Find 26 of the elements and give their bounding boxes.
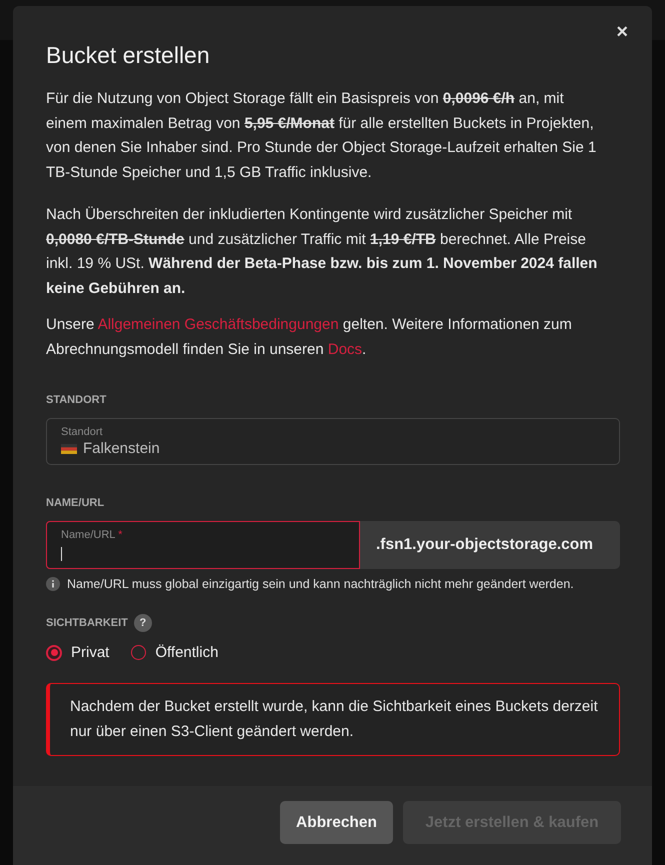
- close-button[interactable]: ×: [612, 22, 632, 42]
- paragraph: Nach Überschreiten der inkludierten Kontingente wird zusätzlicher Speicher mit 0,0080 €/TB-Stunde und zusätzlicher Traffic mit 1,19 €/TB berechnet. Alle Preise inkl. 19 % USt. Während der Beta-Phase bzw. bis zum 1. November 2024 fallen keine Gebühren an.: [46, 205, 598, 298]
- section-label: NAME/URL: [46, 497, 106, 509]
- radio-option[interactable]: Privat: [46, 644, 110, 661]
- location-select[interactable]: Standort Falkenstein: [46, 418, 620, 465]
- location-value: Falkenstein: [83, 440, 160, 457]
- dialog-title: Bucket erstellen: [46, 42, 210, 69]
- radio-button[interactable]: [46, 644, 62, 660]
- paragraph: Unsere Allgemeinen Geschäftsbedingungen gelten. Weitere Informationen zum Abrechnungsmodell finden Sie in unseren Docs.: [46, 315, 573, 360]
- section-label: SICHTBARKEIT: [46, 617, 128, 629]
- name-url-field[interactable]: Name/URL *: [46, 521, 360, 569]
- cancel-button[interactable]: Abbrechen: [280, 801, 393, 844]
- flag-icon: [61, 444, 77, 454]
- paragraph: Für die Nutzung von Object Storage fällt ein Basispreis von 0,0096 €/h an, mit einem maximalen Betrag von 5,95 €/Monat für alle erstellten Buckets in Projekten, von denen Sie Inhaber sind. Pro Stunde der Object Storage-Laufzeit erhalten Sie 1 TB-Stunde Speicher und 1,5 GB Traffic inklusive.: [46, 89, 598, 182]
- field-label: Name/URL *: [61, 529, 124, 541]
- field-label: Standort: [61, 426, 104, 438]
- radio-label: Öffentlich: [155, 644, 218, 661]
- notice-text: Nachdem der Bucket erstellt wurde, kann die Sichtbarkeit eines Buckets derzeit nur über einen S3-Client geändert werden.: [70, 698, 598, 740]
- url-suffix: .fsn1.your-objectstorage.com: [360, 521, 620, 569]
- radio-button[interactable]: [131, 645, 146, 660]
- radio-label: Privat: [71, 644, 110, 661]
- radio-option[interactable]: Öffentlich: [131, 644, 218, 661]
- info-icon: [46, 577, 60, 591]
- section-label: STANDORT: [46, 394, 108, 406]
- hint-text: Name/URL muss global einzigartig sein und kann nachträglich nicht mehr geändert werden.: [67, 577, 574, 591]
- help-badge[interactable]: ?: [134, 614, 152, 632]
